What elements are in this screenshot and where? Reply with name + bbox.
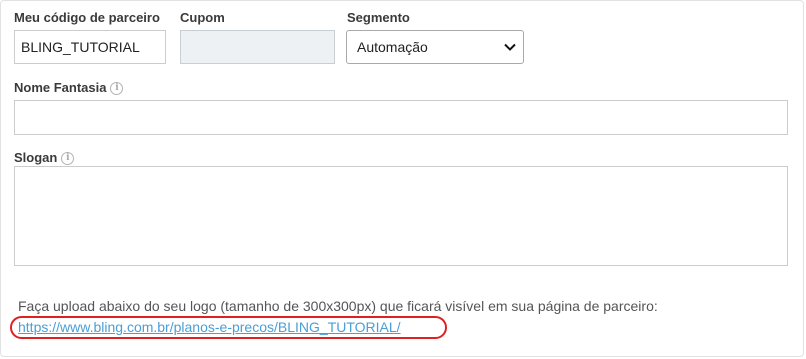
chevron-down-icon bbox=[504, 43, 516, 51]
partner-code-input[interactable]: BLING_TUTORIAL bbox=[14, 30, 166, 64]
segment-select[interactable]: Automação bbox=[346, 30, 524, 64]
info-icon[interactable]: i bbox=[61, 151, 75, 165]
partner-code-label: Meu código de parceiro bbox=[14, 10, 160, 25]
trade-name-label: Nome Fantasia bbox=[14, 80, 107, 95]
segment-label: Segmento bbox=[347, 10, 410, 25]
slogan-textarea[interactable] bbox=[14, 166, 788, 266]
link-highlight-annotation bbox=[10, 316, 447, 339]
upload-instructions: Faça upload abaixo do seu logo (tamanho … bbox=[18, 298, 658, 314]
trade-name-label-row: Nome Fantasia i bbox=[14, 80, 124, 96]
info-icon[interactable]: i bbox=[110, 81, 124, 95]
coupon-label: Cupom bbox=[180, 10, 225, 25]
trade-name-input[interactable] bbox=[14, 100, 788, 135]
partner-form-panel: Meu código de parceiro BLING_TUTORIAL Cu… bbox=[0, 0, 804, 357]
coupon-input[interactable] bbox=[180, 30, 335, 64]
slogan-label: Slogan bbox=[14, 150, 58, 165]
segment-selected-value: Automação bbox=[357, 39, 428, 55]
slogan-label-row: Slogan i bbox=[14, 150, 75, 166]
